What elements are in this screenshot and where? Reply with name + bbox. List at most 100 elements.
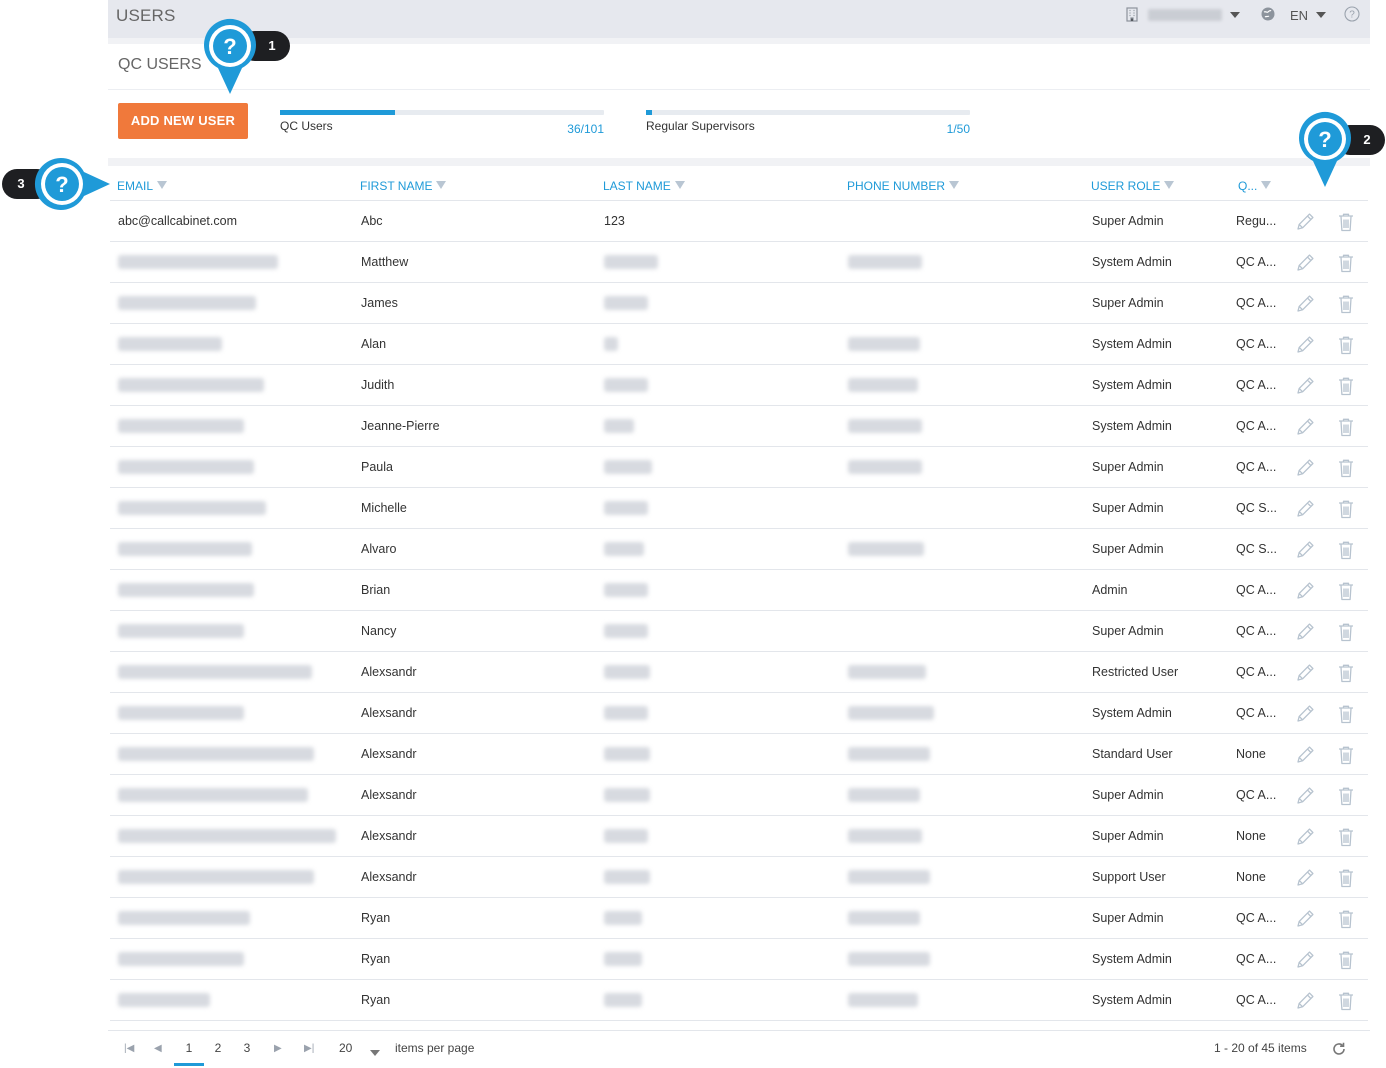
help-circle-icon[interactable]: ?	[1344, 5, 1360, 25]
filter-icon[interactable]	[436, 180, 447, 189]
table-row[interactable]: Alexsandr Standard User None	[110, 734, 1368, 775]
trash-icon[interactable]	[1334, 743, 1358, 767]
chevron-down-icon[interactable]	[1229, 12, 1240, 18]
table-row[interactable]: Alan System Admin QC A...	[110, 324, 1368, 365]
table-row[interactable]: Alexsandr Super Admin QC A...	[110, 775, 1368, 816]
pagination-bar: |◀ ◀ 1 2 3 ▶ ▶| 20 items per page 1 - 20…	[108, 1030, 1370, 1068]
trash-icon[interactable]	[1334, 661, 1358, 685]
pencil-icon[interactable]	[1293, 702, 1317, 726]
table-row[interactable]: Ryan Super Admin QC A...	[110, 898, 1368, 939]
page-size-select[interactable]: 20	[339, 1041, 352, 1055]
table-row[interactable]: Judith System Admin QC A...	[110, 365, 1368, 406]
pencil-icon[interactable]	[1293, 456, 1317, 480]
table-row[interactable]: Alexsandr System Admin QC A...	[110, 693, 1368, 734]
page-button-1[interactable]: 1	[174, 1041, 204, 1066]
pencil-icon[interactable]	[1293, 210, 1317, 234]
last-page-icon[interactable]: ▶|	[304, 1043, 314, 1054]
pencil-icon[interactable]	[1293, 948, 1317, 972]
pencil-icon[interactable]	[1293, 374, 1317, 398]
column-header-first-name[interactable]: FIRST NAME	[360, 179, 447, 193]
page-button-2[interactable]: 2	[203, 1041, 233, 1055]
column-header-qc-role[interactable]: Q...	[1238, 179, 1272, 193]
top-header: USERS EN ?	[108, 0, 1370, 38]
qc-role-cell: Regu...	[1236, 214, 1277, 228]
table-row[interactable]: Nancy Super Admin QC A...	[110, 611, 1368, 652]
filter-icon[interactable]	[157, 180, 168, 189]
trash-icon[interactable]	[1334, 292, 1358, 316]
table-row[interactable]: Brian Admin QC A...	[110, 570, 1368, 611]
pencil-icon[interactable]	[1293, 333, 1317, 357]
quota-label: QC Users	[280, 119, 333, 133]
building-icon[interactable]	[1124, 6, 1140, 25]
pencil-icon[interactable]	[1293, 415, 1317, 439]
chevron-down-icon[interactable]	[1316, 12, 1326, 18]
table-row[interactable]: Ryan System Admin QC A...	[110, 939, 1368, 980]
user-role-cell: System Admin	[1092, 993, 1172, 1007]
trash-icon[interactable]	[1334, 784, 1358, 808]
trash-icon[interactable]	[1334, 415, 1358, 439]
page-button-3[interactable]: 3	[232, 1041, 262, 1055]
table-row[interactable]: Paula Super Admin QC A...	[110, 447, 1368, 488]
column-header-phone-number[interactable]: PHONE NUMBER	[847, 179, 960, 193]
next-page-icon[interactable]: ▶	[274, 1043, 282, 1054]
language-selector[interactable]: EN	[1290, 8, 1308, 23]
trash-icon[interactable]	[1334, 620, 1358, 644]
user-role-cell: Super Admin	[1092, 296, 1164, 310]
column-header-last-name[interactable]: LAST NAME	[603, 179, 685, 193]
table-row[interactable]: Alvaro Super Admin QC S...	[110, 529, 1368, 570]
pencil-icon[interactable]	[1293, 989, 1317, 1013]
pencil-icon[interactable]	[1293, 866, 1317, 890]
filter-icon[interactable]	[949, 180, 960, 189]
trash-icon[interactable]	[1334, 497, 1358, 521]
account-selector[interactable]	[1147, 9, 1222, 21]
trash-icon[interactable]	[1334, 989, 1358, 1013]
prev-page-icon[interactable]: ◀	[154, 1043, 162, 1054]
trash-icon[interactable]	[1334, 948, 1358, 972]
table-row[interactable]: abc@callcabinet.com Abc 123 Super Admin Regu…	[110, 201, 1368, 242]
last-name-cell-redacted	[604, 706, 648, 720]
trash-icon[interactable]	[1334, 251, 1358, 275]
trash-icon[interactable]	[1334, 333, 1358, 357]
pencil-icon[interactable]	[1293, 825, 1317, 849]
email-cell-redacted	[118, 255, 278, 269]
user-role-cell: Support User	[1092, 870, 1166, 884]
table-row[interactable]: Jeanne-Pierre System Admin QC A...	[110, 406, 1368, 447]
pencil-icon[interactable]	[1293, 251, 1317, 275]
pencil-icon[interactable]	[1293, 579, 1317, 603]
trash-icon[interactable]	[1334, 907, 1358, 931]
pencil-icon[interactable]	[1293, 497, 1317, 521]
trash-icon[interactable]	[1334, 210, 1358, 234]
trash-icon[interactable]	[1334, 374, 1358, 398]
table-row[interactable]: Ryan System Admin QC A...	[110, 980, 1368, 1021]
trash-icon[interactable]	[1334, 579, 1358, 603]
pencil-icon[interactable]	[1293, 661, 1317, 685]
pencil-icon[interactable]	[1293, 784, 1317, 808]
table-row[interactable]: Michelle Super Admin QC S...	[110, 488, 1368, 529]
filter-icon[interactable]	[1164, 180, 1175, 189]
qc-role-cell: QC A...	[1236, 993, 1277, 1007]
table-row[interactable]: Alexsandr Restricted User QC A...	[110, 652, 1368, 693]
pencil-icon[interactable]	[1293, 292, 1317, 316]
section-gap	[108, 158, 1370, 166]
pencil-icon[interactable]	[1293, 620, 1317, 644]
filter-icon[interactable]	[1261, 180, 1272, 189]
trash-icon[interactable]	[1334, 825, 1358, 849]
globe-icon[interactable]	[1260, 6, 1276, 25]
trash-icon[interactable]	[1334, 538, 1358, 562]
refresh-icon[interactable]	[1331, 1041, 1347, 1060]
add-new-user-button[interactable]: ADD NEW USER	[118, 103, 248, 139]
first-page-icon[interactable]: |◀	[124, 1043, 134, 1054]
column-header-user-role[interactable]: USER ROLE	[1091, 179, 1175, 193]
table-row[interactable]: Alexsandr Support User None	[110, 857, 1368, 898]
pencil-icon[interactable]	[1293, 907, 1317, 931]
trash-icon[interactable]	[1334, 456, 1358, 480]
pencil-icon[interactable]	[1293, 538, 1317, 562]
table-row[interactable]: James Super Admin QC A...	[110, 283, 1368, 324]
pencil-icon[interactable]	[1293, 743, 1317, 767]
chevron-down-icon[interactable]	[370, 1045, 380, 1059]
table-row[interactable]: Alexsandr Super Admin None	[110, 816, 1368, 857]
filter-icon[interactable]	[674, 180, 685, 189]
trash-icon[interactable]	[1334, 866, 1358, 890]
table-row[interactable]: Matthew System Admin QC A...	[110, 242, 1368, 283]
trash-icon[interactable]	[1334, 702, 1358, 726]
